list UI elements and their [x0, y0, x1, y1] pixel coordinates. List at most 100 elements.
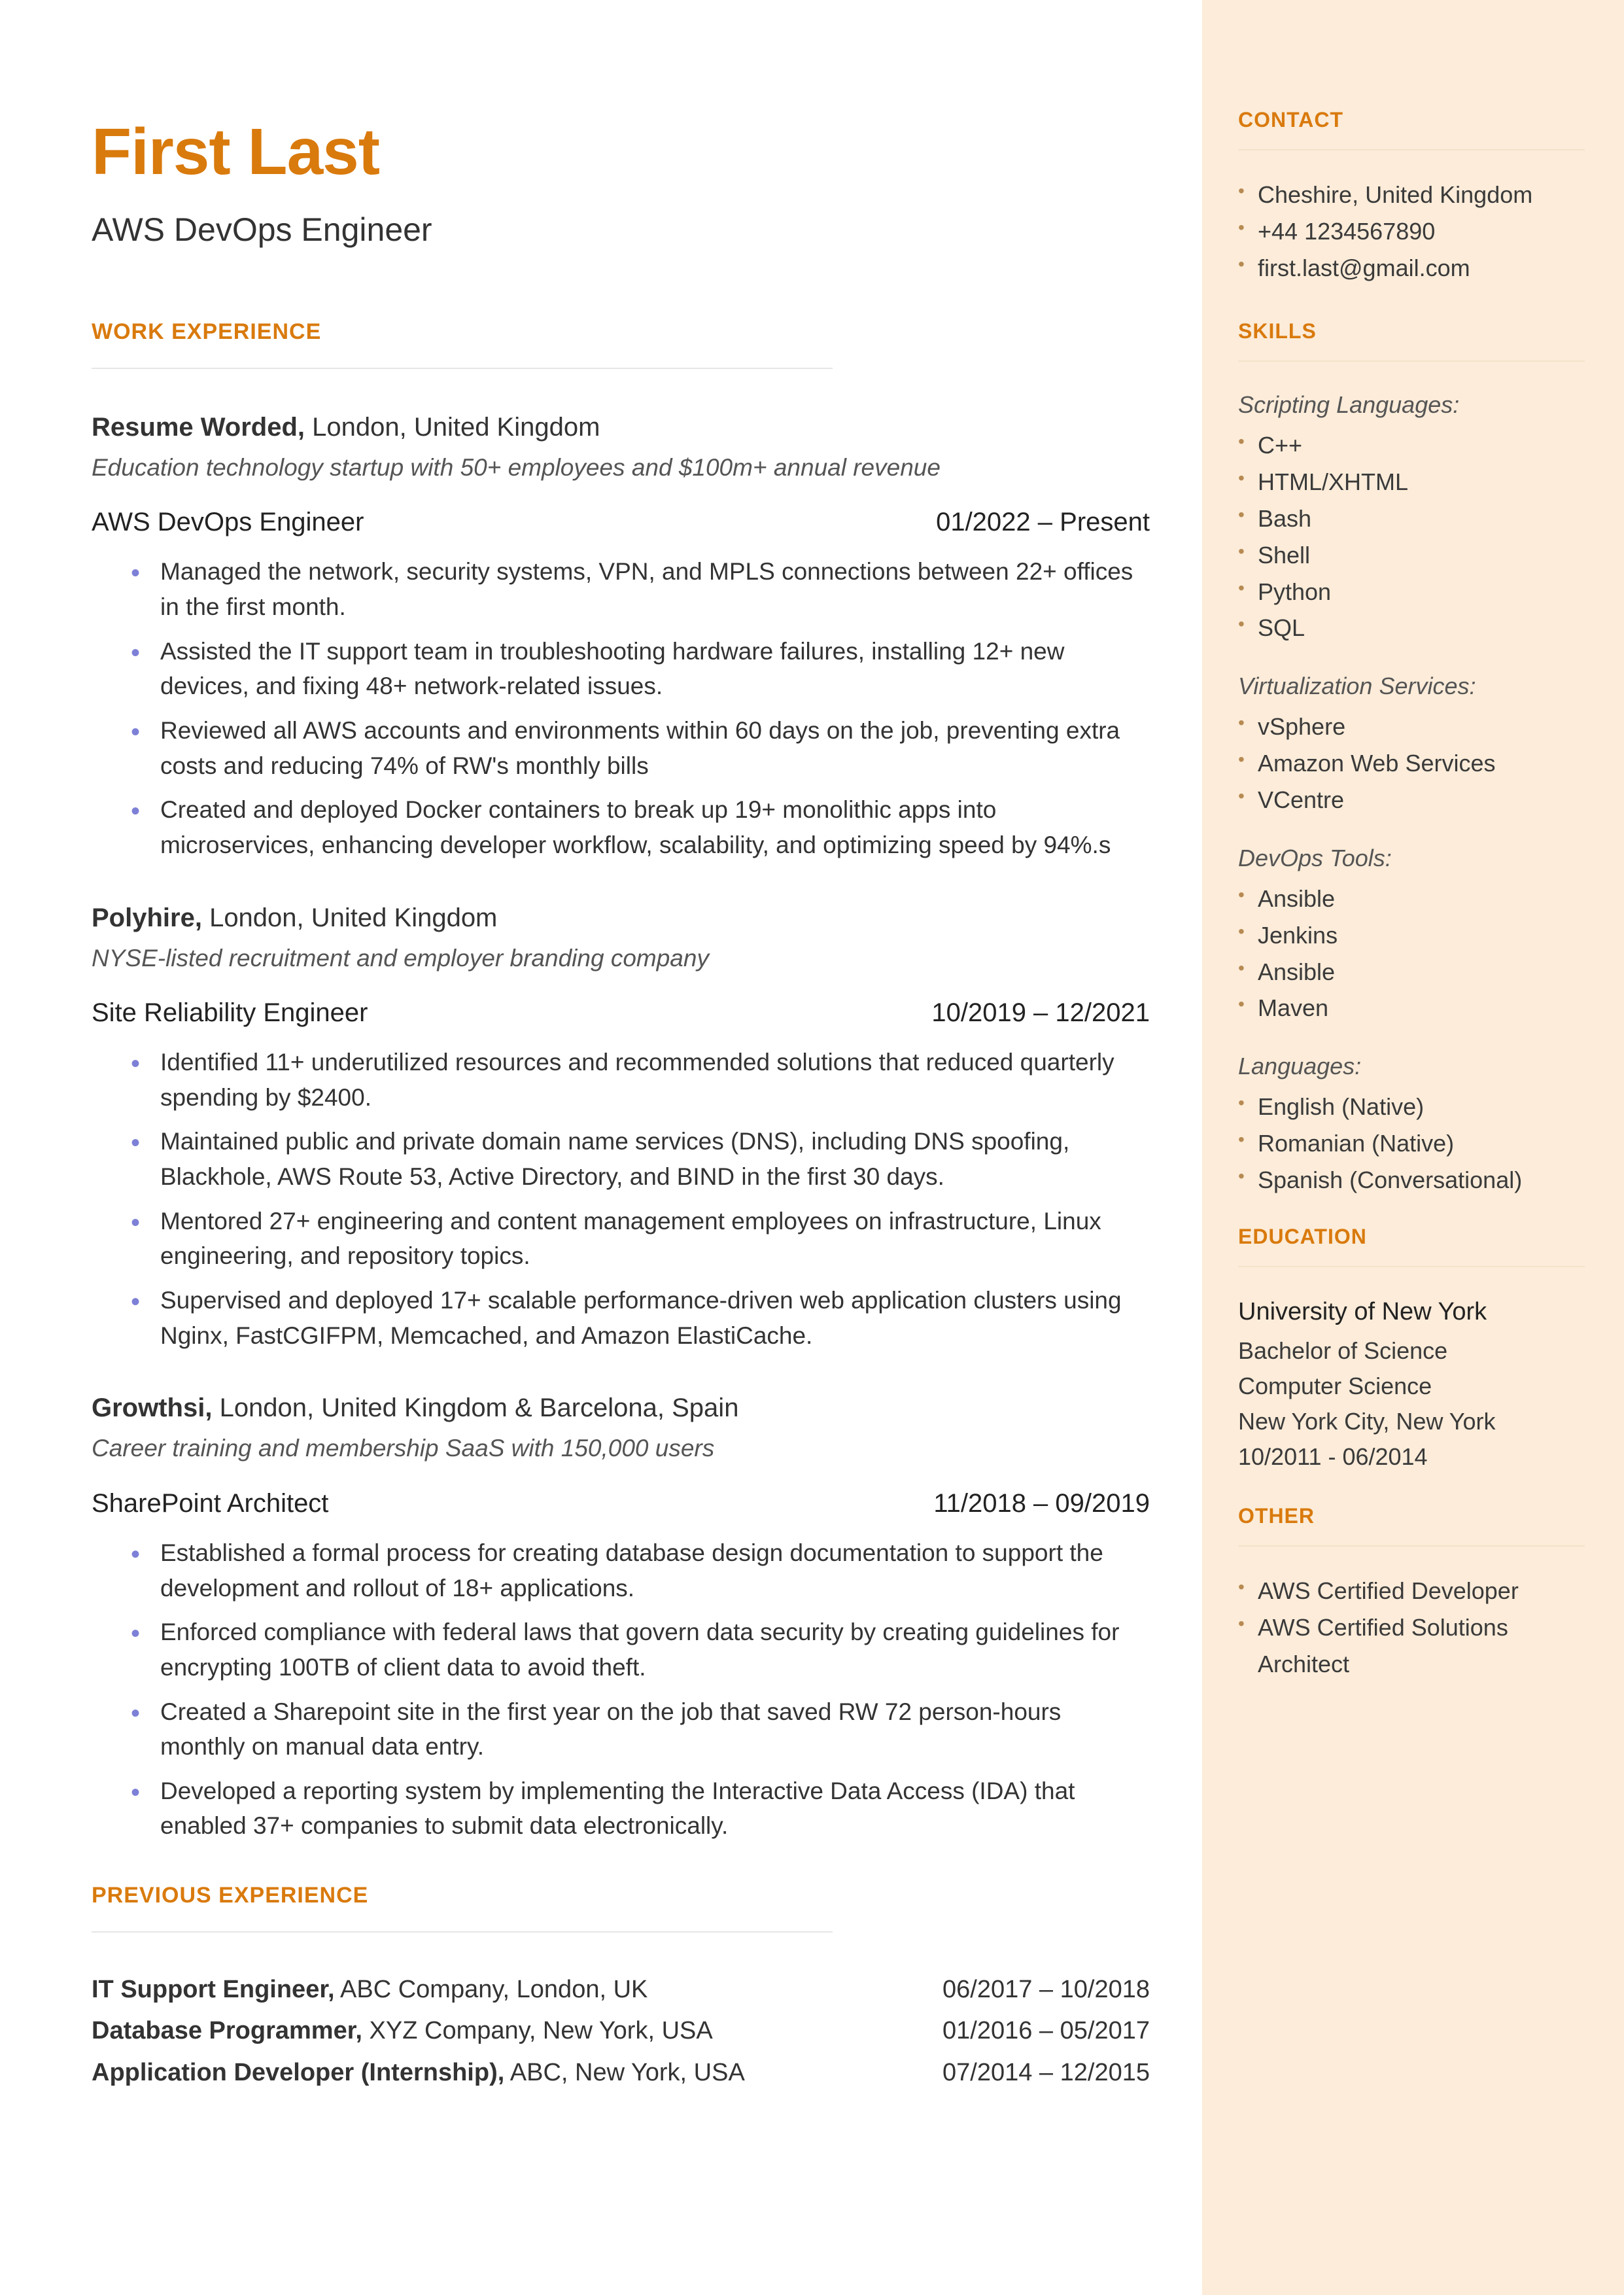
role-title: SharePoint Architect: [92, 1484, 328, 1522]
previous-line: IT Support Engineer, ABC Company, London…: [92, 1972, 1150, 2008]
previous-dates: 06/2017 – 10/2018: [942, 1972, 1150, 2008]
other-item: AWS Certified Solutions Architect: [1238, 1609, 1585, 1683]
skill-item: Jenkins: [1238, 917, 1585, 954]
divider: [1238, 1545, 1585, 1547]
skill-item: HTML/XHTML: [1238, 464, 1585, 500]
main-column: First Last AWS DevOps Engineer WORK EXPE…: [0, 0, 1202, 2295]
work-heading: WORK EXPERIENCE: [92, 316, 1150, 348]
skill-group-label: Virtualization Services:: [1238, 669, 1585, 703]
role-dates: 01/2022 – Present: [936, 503, 1150, 541]
education-heading: EDUCATION: [1238, 1221, 1585, 1252]
bullet-item: Established a formal process for creatin…: [131, 1535, 1150, 1605]
previous-loc: ABC, New York, USA: [504, 2059, 745, 2086]
previous-left: Database Programmer, XYZ Company, New Yo…: [92, 2013, 713, 2049]
role-title: AWS DevOps Engineer: [92, 503, 364, 541]
skill-item: VCentre: [1238, 782, 1585, 818]
company-name: Resume Worded,: [92, 413, 305, 442]
skill-list: Ansible Jenkins Ansible Maven: [1238, 881, 1585, 1026]
education-block: University of New York Bachelor of Scien…: [1238, 1293, 1585, 1475]
skill-group-label: Scripting Languages:: [1238, 388, 1585, 422]
bullet-item: Enforced compliance with federal laws th…: [131, 1615, 1150, 1685]
previous-line: Application Developer (Internship), ABC,…: [92, 2055, 1150, 2091]
skill-list: English (Native) Romanian (Native) Spani…: [1238, 1089, 1585, 1198]
resume-page: First Last AWS DevOps Engineer WORK EXPE…: [0, 0, 1624, 2295]
bullet-item: Managed the network, security systems, V…: [131, 554, 1150, 624]
skills-heading: SKILLS: [1238, 316, 1585, 346]
bullet-list: Identified 11+ underutilized resources a…: [92, 1045, 1150, 1353]
role-line: Site Reliability Engineer 10/2019 – 12/2…: [92, 994, 1150, 1032]
other-list: AWS Certified Developer AWS Certified So…: [1238, 1573, 1585, 1682]
skill-item: SQL: [1238, 610, 1585, 646]
company-name: Polyhire,: [92, 903, 202, 932]
company-location: London, United Kingdom: [305, 413, 600, 442]
skill-item: C++: [1238, 427, 1585, 464]
education-school: University of New York: [1238, 1293, 1585, 1331]
bullet-item: Developed a reporting system by implemen…: [131, 1774, 1150, 1844]
previous-left: Application Developer (Internship), ABC,…: [92, 2055, 745, 2091]
education-degree: Bachelor of Science: [1238, 1333, 1585, 1369]
skill-item: Shell: [1238, 537, 1585, 574]
skill-item: Python: [1238, 574, 1585, 610]
contact-item: first.last@gmail.com: [1238, 250, 1585, 287]
skill-list: vSphere Amazon Web Services VCentre: [1238, 709, 1585, 818]
company-desc: NYSE-listed recruitment and employer bra…: [92, 941, 1150, 976]
job-block: Polyhire, London, United Kingdom NYSE-li…: [92, 899, 1150, 1354]
role-line: SharePoint Architect 11/2018 – 09/2019: [92, 1484, 1150, 1522]
skill-item: Bash: [1238, 500, 1585, 537]
company-line: Growthsi, London, United Kingdom & Barce…: [92, 1389, 1150, 1427]
bullet-item: Identified 11+ underutilized resources a…: [131, 1045, 1150, 1115]
role-line: AWS DevOps Engineer 01/2022 – Present: [92, 503, 1150, 541]
skill-list: C++ HTML/XHTML Bash Shell Python SQL: [1238, 427, 1585, 646]
job-block: Resume Worded, London, United Kingdom Ed…: [92, 408, 1150, 863]
previous-heading: PREVIOUS EXPERIENCE: [92, 1880, 1150, 1912]
bullet-item: Created and deployed Docker containers t…: [131, 792, 1150, 862]
previous-left: IT Support Engineer, ABC Company, London…: [92, 1972, 648, 2008]
bullet-item: Created a Sharepoint site in the first y…: [131, 1694, 1150, 1764]
contact-item: +44 1234567890: [1238, 213, 1585, 250]
contact-list: Cheshire, United Kingdom +44 1234567890 …: [1238, 177, 1585, 286]
education-major: Computer Science: [1238, 1369, 1585, 1404]
role-dates: 11/2018 – 09/2019: [933, 1484, 1150, 1522]
previous-loc: XYZ Company, New York, USA: [362, 2017, 713, 2044]
job-block: Growthsi, London, United Kingdom & Barce…: [92, 1389, 1150, 1844]
other-heading: OTHER: [1238, 1501, 1585, 1531]
education-dates: 10/2011 - 06/2014: [1238, 1439, 1585, 1475]
skill-item: Amazon Web Services: [1238, 745, 1585, 782]
divider: [92, 1931, 833, 1933]
other-item: AWS Certified Developer: [1238, 1573, 1585, 1609]
bullet-list: Managed the network, security systems, V…: [92, 554, 1150, 862]
previous-dates: 01/2016 – 05/2017: [942, 2013, 1150, 2049]
bullet-item: Reviewed all AWS accounts and environmen…: [131, 713, 1150, 783]
company-location: London, United Kingdom & Barcelona, Spai…: [212, 1393, 738, 1422]
bullet-item: Mentored 27+ engineering and content man…: [131, 1204, 1150, 1274]
previous-loc: ABC Company, London, UK: [335, 1976, 648, 2003]
skill-item: Maven: [1238, 990, 1585, 1026]
contact-item: Cheshire, United Kingdom: [1238, 177, 1585, 213]
skill-group-label: Languages:: [1238, 1049, 1585, 1083]
previous-role: Application Developer (Internship),: [92, 2059, 504, 2086]
bullet-item: Maintained public and private domain nam…: [131, 1124, 1150, 1194]
skill-item: Ansible: [1238, 881, 1585, 917]
sidebar-column: CONTACT Cheshire, United Kingdom +44 123…: [1202, 0, 1624, 2295]
company-line: Resume Worded, London, United Kingdom: [92, 408, 1150, 446]
contact-heading: CONTACT: [1238, 105, 1585, 135]
candidate-name: First Last: [92, 105, 1150, 200]
bullet-item: Supervised and deployed 17+ scalable per…: [131, 1283, 1150, 1353]
divider: [1238, 1266, 1585, 1267]
bullet-list: Established a formal process for creatin…: [92, 1535, 1150, 1844]
company-location: London, United Kingdom: [202, 903, 497, 932]
previous-role: IT Support Engineer,: [92, 1976, 335, 2003]
divider: [1238, 360, 1585, 362]
role-dates: 10/2019 – 12/2021: [931, 994, 1150, 1032]
skill-group-label: DevOps Tools:: [1238, 841, 1585, 875]
company-line: Polyhire, London, United Kingdom: [92, 899, 1150, 937]
skill-item: English (Native): [1238, 1089, 1585, 1125]
skill-item: vSphere: [1238, 709, 1585, 745]
divider: [92, 368, 833, 369]
previous-line: Database Programmer, XYZ Company, New Yo…: [92, 2013, 1150, 2049]
candidate-title: AWS DevOps Engineer: [92, 206, 1150, 254]
company-desc: Career training and membership SaaS with…: [92, 1431, 1150, 1466]
skill-item: Spanish (Conversational): [1238, 1162, 1585, 1199]
role-title: Site Reliability Engineer: [92, 994, 368, 1032]
previous-dates: 07/2014 – 12/2015: [942, 2055, 1150, 2091]
